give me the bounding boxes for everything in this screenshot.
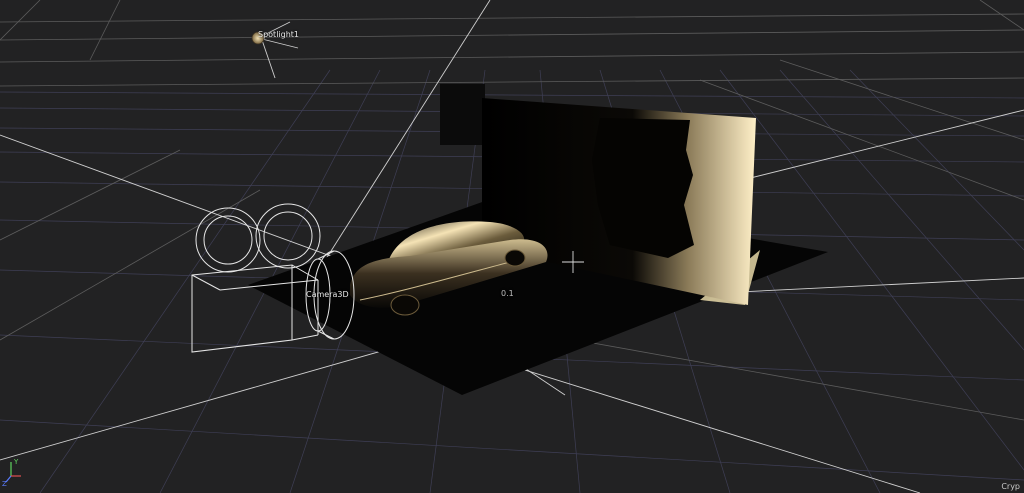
camera-label[interactable]: Camera3D xyxy=(306,290,349,299)
scene-canvas[interactable] xyxy=(0,0,1024,493)
3d-viewport[interactable]: Spotlight1 Camera3D 0.1 Y Z Cryp xyxy=(0,0,1024,493)
spotlight-label[interactable]: Spotlight1 xyxy=(258,30,299,39)
back-wall-left xyxy=(440,84,485,145)
corner-label: Cryp xyxy=(1001,482,1020,491)
distance-label: 0.1 xyxy=(501,289,514,298)
axis-label-z: Z xyxy=(2,480,7,488)
axis-label-y: Y xyxy=(14,458,19,466)
